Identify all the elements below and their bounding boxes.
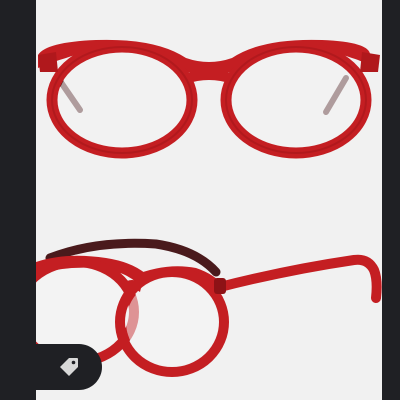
right-panel-edge: [382, 0, 400, 400]
eyeglasses-front-image: [38, 39, 380, 159]
left-panel-edge: [0, 0, 36, 400]
tag-button[interactable]: [36, 344, 102, 390]
image-viewer: [0, 0, 400, 400]
tag-icon: [60, 358, 78, 376]
product-image-card[interactable]: [36, 0, 382, 400]
